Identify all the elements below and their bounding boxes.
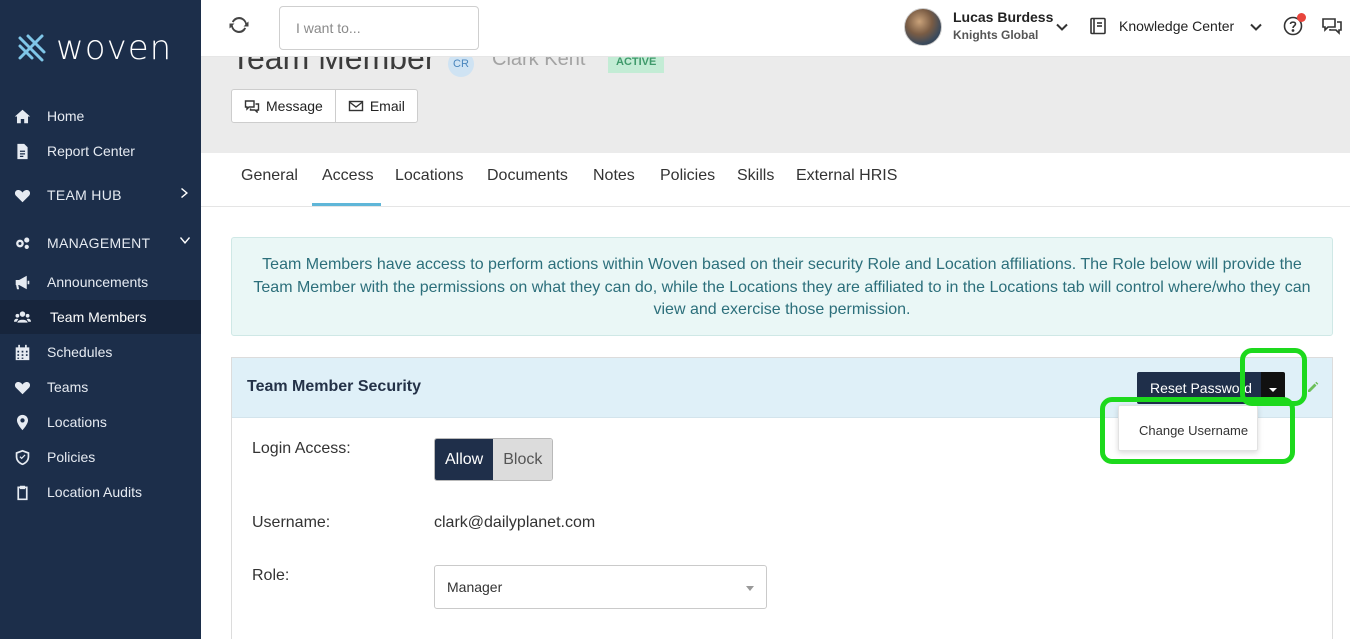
- highlight-change-username: [1100, 397, 1295, 464]
- person-name: Clark Kent: [492, 57, 586, 70]
- tab-bar: General Access Locations Documents Notes…: [201, 153, 1350, 207]
- sidebar-item-label: Team Members: [50, 309, 147, 325]
- heart-icon: [13, 378, 31, 396]
- sidebar-item-home[interactable]: Home: [0, 99, 201, 133]
- role-label: Role:: [252, 567, 290, 584]
- sidebar-item-label: Schedules: [47, 344, 113, 360]
- tab-access[interactable]: Access: [322, 167, 374, 207]
- sidebar-item-label: Teams: [47, 379, 89, 395]
- heart-icon: [13, 186, 31, 204]
- sidebar-item-teams[interactable]: Teams: [0, 370, 201, 404]
- role-select-value: Manager: [447, 579, 503, 595]
- sidebar-item-locations[interactable]: Locations: [0, 405, 201, 439]
- login-access-label: Login Access:: [252, 440, 351, 457]
- sidebar-item-policies[interactable]: Policies: [0, 440, 201, 474]
- sidebar-item-label: Locations: [47, 414, 107, 430]
- contact-button-group: Message Email: [231, 89, 418, 123]
- search-input[interactable]: [279, 6, 479, 50]
- role-select[interactable]: Manager: [434, 565, 767, 609]
- sidebar-item-label: MANAGEMENT: [47, 235, 151, 251]
- sidebar-item-report-center[interactable]: Report Center: [0, 134, 201, 168]
- shield-check-icon: [13, 448, 31, 466]
- woven-logo[interactable]: woven: [16, 26, 172, 70]
- knowledge-center-link[interactable]: Knowledge Center: [1119, 18, 1234, 34]
- chat-icon[interactable]: [1321, 16, 1343, 36]
- page-title: Team Member: [231, 57, 436, 76]
- users-icon: [13, 308, 31, 326]
- user-organization: Knights Global: [953, 28, 1039, 42]
- tab-notes[interactable]: Notes: [593, 167, 635, 207]
- login-access-toggle: Allow Block: [434, 438, 554, 481]
- sidebar-item-team-hub[interactable]: TEAM HUB: [0, 178, 201, 212]
- security-card-title: Team Member Security: [247, 378, 421, 395]
- map-pin-icon: [13, 413, 31, 431]
- block-button[interactable]: Block: [493, 439, 553, 480]
- message-label: Message: [266, 98, 323, 114]
- sidebar-item-label: Policies: [47, 449, 96, 465]
- access-info-box: Team Members have access to perform acti…: [231, 237, 1333, 336]
- sidebar-item-announcements[interactable]: Announcements: [0, 265, 201, 299]
- message-button[interactable]: Message: [232, 90, 335, 122]
- sidebar-item-label: Location Audits: [47, 484, 142, 500]
- woven-logo-mark: [18, 34, 46, 62]
- report-icon: [13, 142, 31, 160]
- gears-icon: [13, 234, 31, 252]
- initials-badge: CR: [448, 57, 474, 77]
- tab-general[interactable]: General: [241, 167, 298, 207]
- sidebar-item-schedules[interactable]: Schedules: [0, 335, 201, 369]
- sidebar-item-team-members[interactable]: Team Members: [0, 300, 201, 334]
- envelope-icon: [348, 99, 364, 113]
- sidebar-item-location-audits[interactable]: Location Audits: [0, 475, 201, 509]
- chevron-down-icon: [179, 234, 191, 248]
- username-value: clark@dailyplanet.com: [434, 514, 596, 531]
- caret-down-icon: [746, 586, 754, 591]
- sidebar-item-label: Announcements: [47, 274, 149, 290]
- tab-external-hris[interactable]: External HRIS: [796, 167, 897, 207]
- tab-skills[interactable]: Skills: [737, 167, 774, 207]
- avatar[interactable]: [904, 8, 942, 46]
- user-name[interactable]: Lucas Burdess: [953, 9, 1053, 25]
- active-tab-indicator: [312, 203, 381, 206]
- clipboard-icon: [13, 483, 31, 501]
- home-icon: [13, 107, 31, 125]
- tab-documents[interactable]: Documents: [487, 167, 568, 207]
- sidebar: woven Home Report Center TEAM HUB MANAGE…: [0, 0, 201, 639]
- notification-dot: [1297, 13, 1306, 22]
- top-bar: Lucas Burdess Knights Global Knowledge C…: [201, 0, 1350, 57]
- chevron-down-icon[interactable]: [1249, 20, 1263, 34]
- comments-icon: [244, 99, 260, 114]
- chevron-down-icon[interactable]: [1055, 20, 1069, 34]
- calendar-icon: [13, 343, 31, 361]
- username-label: Username:: [252, 514, 331, 531]
- status-badge: ACTIVE: [608, 57, 665, 73]
- page-header: Team Member CR Clark Kent ACTIVE Message…: [201, 57, 1350, 153]
- book-icon[interactable]: [1089, 17, 1107, 35]
- tab-policies[interactable]: Policies: [660, 167, 715, 207]
- pencil-icon[interactable]: [1307, 380, 1319, 392]
- email-label: Email: [369, 98, 405, 114]
- sidebar-item-label: Home: [47, 108, 85, 124]
- allow-button[interactable]: Allow: [435, 439, 494, 480]
- brand-name: woven: [56, 28, 173, 68]
- tab-locations[interactable]: Locations: [395, 167, 464, 207]
- bullhorn-icon: [13, 273, 31, 291]
- email-button[interactable]: Email: [334, 90, 417, 122]
- chevron-right-icon: [179, 186, 191, 200]
- sidebar-item-label: Report Center: [47, 143, 135, 159]
- sidebar-item-management[interactable]: MANAGEMENT: [0, 226, 201, 260]
- sidebar-item-label: TEAM HUB: [47, 187, 122, 203]
- refresh-icon[interactable]: [229, 15, 251, 37]
